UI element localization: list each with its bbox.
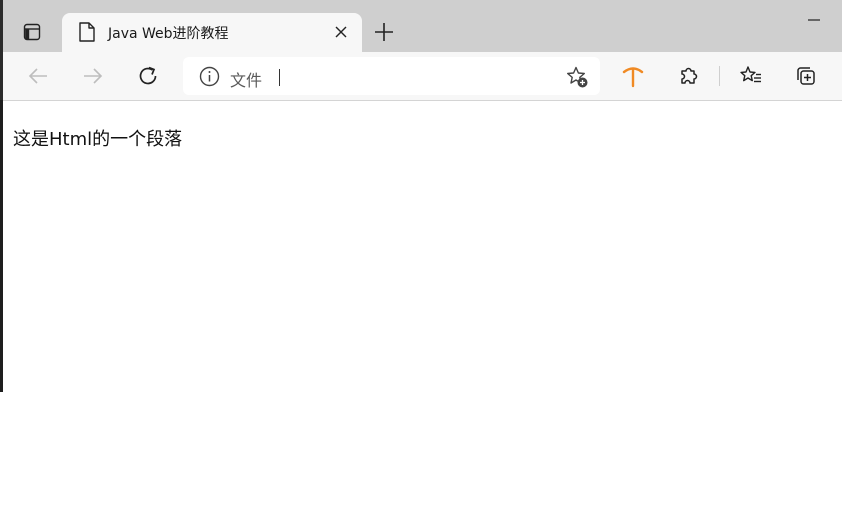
- collections-icon: [795, 65, 817, 87]
- forward-button[interactable]: [77, 60, 109, 92]
- scheme-label: 文件: [230, 71, 263, 90]
- tab-title: Java Web进阶教程: [108, 26, 229, 42]
- back-button[interactable]: [22, 60, 54, 92]
- plus-icon: [374, 22, 394, 42]
- new-tab-button[interactable]: [369, 18, 399, 46]
- info-icon[interactable]: [199, 66, 220, 87]
- toolbar: 文件: [3, 52, 842, 101]
- favorites-button[interactable]: [735, 60, 767, 92]
- refresh-button[interactable]: [132, 60, 164, 92]
- extensions-button[interactable]: [673, 60, 705, 92]
- tab-strip: Java Web进阶教程: [3, 0, 842, 52]
- favorites-list-icon: [739, 65, 763, 87]
- tab-actions-button[interactable]: [15, 18, 49, 46]
- page-paragraph: 这是Html的一个段落: [13, 129, 183, 150]
- page-icon: [78, 21, 96, 43]
- extension-button-pickaxe[interactable]: [617, 60, 649, 92]
- collections-button[interactable]: [790, 60, 822, 92]
- address-bar[interactable]: 文件: [183, 57, 600, 95]
- puzzle-icon: [678, 65, 700, 87]
- star-add-icon: [565, 65, 589, 89]
- minimize-button[interactable]: [799, 8, 829, 32]
- pickaxe-icon: [621, 64, 645, 88]
- minimize-icon: [807, 18, 821, 22]
- address-input[interactable]: [277, 65, 547, 87]
- arrow-right-icon: [82, 65, 104, 87]
- browser-window: Java Web进阶教程 文件 这是Html的一个段落: [3, 0, 842, 518]
- close-icon: [335, 26, 347, 38]
- tab-active[interactable]: Java Web进阶教程: [62, 13, 362, 52]
- tab-close-button[interactable]: [330, 21, 352, 43]
- arrow-left-icon: [27, 65, 49, 87]
- refresh-icon: [137, 65, 159, 87]
- page-content: 这是Html的一个段落: [3, 101, 842, 518]
- add-favorite-button[interactable]: [564, 64, 590, 90]
- toolbar-separator: [719, 66, 720, 86]
- text-caret: [279, 69, 280, 86]
- tab-actions-icon: [23, 23, 41, 41]
